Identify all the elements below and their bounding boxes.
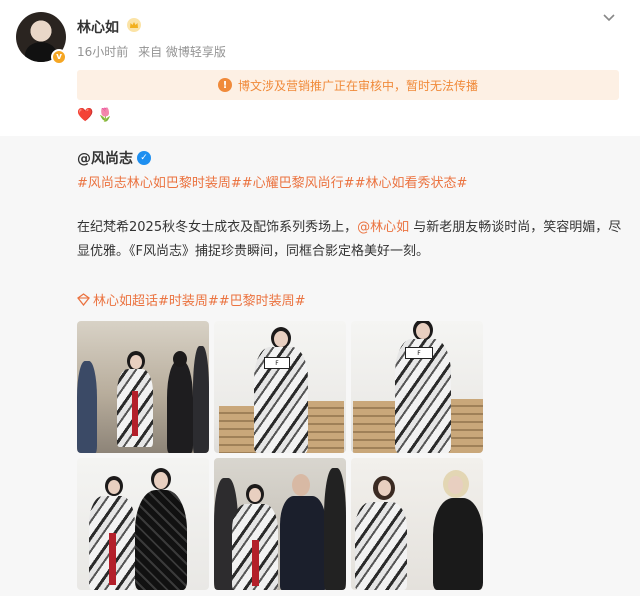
warning-icon: ! <box>217 78 232 92</box>
crown-icon <box>127 18 141 32</box>
tulip-emoji: 🌷 <box>97 108 114 123</box>
verified-badge-icon: v <box>51 49 67 65</box>
weibo-post-card: v 林心如 16小时前 来自 微博轻享版 ! 博文涉及营销推广正在审核中，暂时无… <box>0 0 640 596</box>
mention-link[interactable]: @林心如 <box>357 220 409 235</box>
text-before: 在纪梵希2025秋冬女士成衣及配饰系列秀场上， <box>77 220 358 235</box>
post-source: 来自 微博轻享版 <box>138 45 226 59</box>
photo-6[interactable] <box>351 458 483 590</box>
repost-block: @风尚志 ✓ #风尚志林心如巴黎时装周##心耀巴黎风尚行##林心如看秀状态# 在… <box>0 136 640 596</box>
review-notice: ! 博文涉及营销推广正在审核中，暂时无法传播 <box>77 70 619 100</box>
hashtag-line[interactable]: #风尚志林心如巴黎时装周##心耀巴黎风尚行##林心如看秀状态# <box>77 172 467 191</box>
repost-author[interactable]: @风尚志 <box>77 148 133 168</box>
photo-sign: F <box>405 347 433 359</box>
notice-text: 博文涉及营销推广正在审核中，暂时无法传播 <box>237 78 478 93</box>
photo-2[interactable]: F <box>214 321 346 453</box>
photo-3[interactable]: F <box>351 321 483 453</box>
photo-sign: F <box>264 357 290 369</box>
super-topic-icon <box>77 293 90 306</box>
post-time[interactable]: 16小时前 <box>77 45 128 59</box>
username[interactable]: 林心如 <box>77 17 119 37</box>
photo-1[interactable] <box>77 321 209 453</box>
super-topic-link[interactable]: 林心如超话#时装周##巴黎时装周# <box>77 290 306 309</box>
chevron-down-icon[interactable] <box>602 10 616 24</box>
repost-source: @风尚志 ✓ <box>77 148 151 168</box>
super-topic-text: 林心如超话#时装周##巴黎时装周# <box>93 294 306 309</box>
emoji-row: ❤️ 🌷 <box>77 108 113 123</box>
verified-icon: ✓ <box>137 151 151 165</box>
photo-4[interactable] <box>77 458 209 590</box>
photo-grid: F F <box>77 321 483 590</box>
photo-5[interactable] <box>214 458 346 590</box>
heart-emoji: ❤️ <box>77 108 94 123</box>
repost-text: 在纪梵希2025秋冬女士成衣及配饰系列秀场上，@林心如 与新老朋友畅谈时尚，笑容… <box>77 216 625 264</box>
post-meta: 16小时前 来自 微博轻享版 <box>77 43 232 60</box>
